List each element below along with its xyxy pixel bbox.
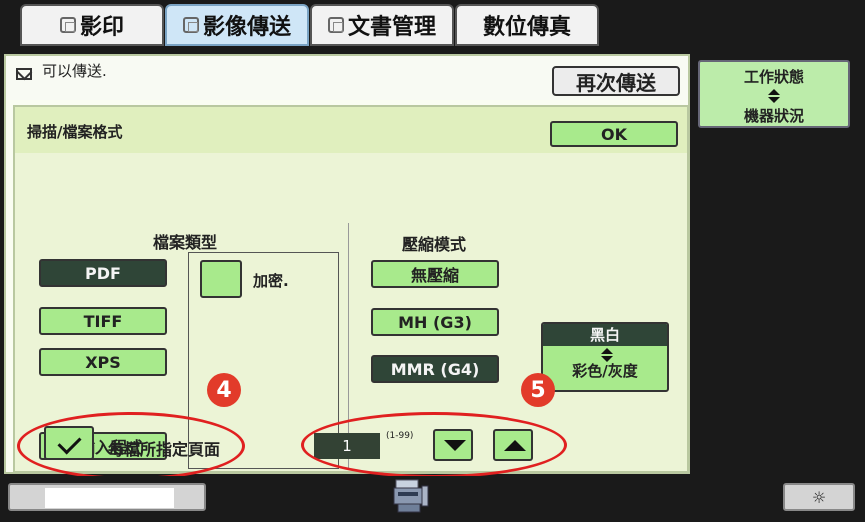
color-mode-mono: 黑白 <box>543 324 667 346</box>
toggle-arrows-icon <box>601 348 613 362</box>
resend-button[interactable]: 再次傳送 <box>552 66 680 96</box>
encrypt-label: 加密. <box>253 272 289 290</box>
status-text: 可以傳送. <box>42 62 107 80</box>
mail-icon <box>16 68 32 80</box>
tiff-button[interactable]: TIFF <box>39 307 167 335</box>
encrypt-checkbox[interactable] <box>200 260 242 298</box>
file-type-heading: 檔案類型 <box>153 233 218 252</box>
toggle-arrows-icon <box>768 89 780 103</box>
pdf-button[interactable]: PDF <box>39 259 167 287</box>
tab-copy-label: 影印 <box>79 15 124 40</box>
copy-icon <box>59 17 76 33</box>
machine-status-label: 機器狀況 <box>743 107 804 125</box>
progress-fill <box>45 488 174 508</box>
xps-button[interactable]: XPS <box>39 348 167 376</box>
panel-title: 掃描/檔案格式 <box>27 123 123 141</box>
progress-bar <box>8 483 206 511</box>
brightness-button[interactable]: ☼ <box>783 483 855 511</box>
document-icon <box>327 17 344 33</box>
job-status-button[interactable]: 工作狀態 機器狀況 <box>698 60 850 128</box>
callout-ellipse-5 <box>301 412 567 478</box>
callout-badge-5: 5 <box>521 373 555 407</box>
tab-document-filing[interactable]: 文書管理 <box>310 4 454 46</box>
mh-g3-button[interactable]: MH (G3) <box>371 308 499 336</box>
mmr-g4-button[interactable]: MMR (G4) <box>371 355 499 383</box>
image-send-icon <box>182 17 199 33</box>
job-status-label: 工作狀態 <box>743 68 804 86</box>
tab-fax-label: 數位傳真 <box>482 15 571 40</box>
brightness-icon: ☼ <box>811 487 827 507</box>
tab-digital-fax[interactable]: 數位傳真 <box>455 4 599 46</box>
tab-image-send[interactable]: 影像傳送 <box>165 4 309 46</box>
color-mode-color: 彩色/灰度 <box>572 362 638 380</box>
no-compression-button[interactable]: 無壓縮 <box>371 260 499 288</box>
tab-image-send-label: 影像傳送 <box>202 15 291 40</box>
printer-device-icon[interactable] <box>392 478 430 514</box>
main-area: 可以傳送. 再次傳送 掃描/檔案格式 OK 檔案類型 PDF TIFF XPS … <box>4 54 690 480</box>
compression-heading: 壓縮模式 <box>402 235 467 254</box>
tab-document-label: 文書管理 <box>347 15 436 40</box>
color-mode-toggle[interactable]: 黑白 彩色/灰度 <box>541 322 669 392</box>
status-bar: 可以傳送. 再次傳送 <box>6 56 688 100</box>
tab-copy[interactable]: 影印 <box>20 4 164 46</box>
callout-badge-4: 4 <box>207 373 241 407</box>
panel-header: 掃描/檔案格式 OK <box>15 107 687 153</box>
callout-ellipse-4 <box>17 412 245 480</box>
ok-button[interactable]: OK <box>550 121 678 147</box>
